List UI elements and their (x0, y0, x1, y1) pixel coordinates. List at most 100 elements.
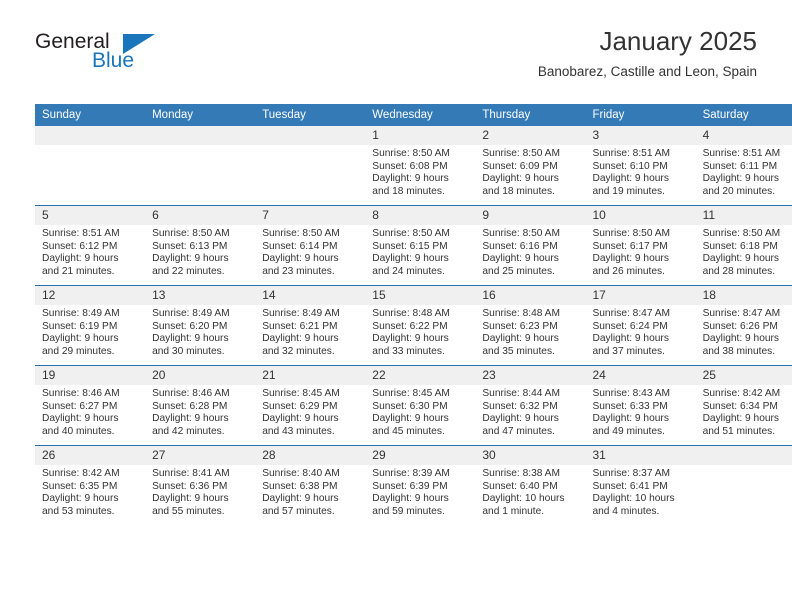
day-details: Sunrise: 8:37 AM Sunset: 6:41 PM Daylight:… (585, 465, 695, 518)
calendar-day-cell[interactable]: 30 Sunrise: 8:38 AM Sunset: 6:40 PM Dayligh… (475, 445, 586, 525)
daylight-text: Daylight: 9 hours (262, 333, 339, 345)
day-details: Sunrise: 8:51 AM Sunset: 6:12 PM Daylight:… (35, 225, 145, 278)
day-number: 21 (255, 366, 366, 385)
calendar-day-cell[interactable]: 15 Sunrise: 8:48 AM Sunset: 6:22 PM Dayligh… (365, 285, 476, 366)
calendar-day-cell[interactable]: 31 Sunrise: 8:37 AM Sunset: 6:41 PM Dayligh… (585, 445, 696, 525)
calendar-day-cell[interactable]: 18 Sunrise: 8:47 AM Sunset: 6:26 PM Dayligh… (695, 285, 792, 366)
calendar-day-cell[interactable]: 10 Sunrise: 8:50 AM Sunset: 6:17 PM Dayligh… (585, 205, 696, 286)
sunrise-text: Sunrise: 8:50 AM (372, 228, 450, 239)
sunset-text: Sunset: 6:22 PM (372, 320, 448, 332)
daylight-text: Daylight: 9 hours (702, 413, 780, 425)
day-number: 6 (145, 206, 256, 225)
calendar-day-cell[interactable]: 23 Sunrise: 8:44 AM Sunset: 6:32 PM Dayligh… (475, 365, 586, 446)
page-title: January 2025 (599, 26, 757, 56)
calendar-day-cell[interactable]: 24 Sunrise: 8:43 AM Sunset: 6:33 PM Dayligh… (585, 365, 696, 446)
daylight-minutes-text: and 42 minutes. (152, 425, 225, 437)
sunrise-text: Sunrise: 8:51 AM (42, 228, 120, 239)
daylight-minutes-text: and 45 minutes. (372, 425, 445, 437)
daylight-minutes-text: and 26 minutes. (592, 265, 665, 277)
calendar-day-cell[interactable]: 12 Sunrise: 8:49 AM Sunset: 6:19 PM Dayligh… (35, 285, 146, 366)
daylight-minutes-text: and 35 minutes. (482, 345, 555, 357)
sunrise-text: Sunrise: 8:51 AM (702, 148, 781, 159)
brand-logo[interactable]: General Blue (35, 30, 165, 80)
calendar-body: 1 Sunrise: 8:50 AM Sunset: 6:08 PM Daylight… (35, 126, 792, 525)
calendar-day-cell-empty (695, 445, 792, 525)
calendar-day-cell-empty (145, 126, 256, 206)
sunset-text: Sunset: 6:10 PM (592, 160, 668, 172)
daylight-minutes-text: and 30 minutes. (152, 345, 225, 357)
day-number (145, 126, 256, 145)
calendar-day-cell[interactable]: 13 Sunrise: 8:49 AM Sunset: 6:20 PM Dayligh… (145, 285, 256, 366)
day-details: Sunrise: 8:40 AM Sunset: 6:38 PM Daylight:… (255, 465, 365, 518)
calendar-day-cell[interactable]: 14 Sunrise: 8:49 AM Sunset: 6:21 PM Dayligh… (255, 285, 366, 366)
day-details: Sunrise: 8:49 AM Sunset: 6:20 PM Daylight:… (145, 305, 255, 358)
calendar-day-cell-empty (35, 126, 146, 206)
daylight-text: Daylight: 9 hours (262, 253, 339, 265)
sunrise-text: Sunrise: 8:48 AM (482, 308, 560, 319)
day-number: 12 (35, 286, 146, 305)
day-details: Sunrise: 8:41 AM Sunset: 6:36 PM Daylight:… (145, 465, 255, 518)
sunset-text: Sunset: 6:08 PM (372, 160, 448, 172)
sunset-text: Sunset: 6:30 PM (372, 400, 448, 412)
sunset-text: Sunset: 6:39 PM (372, 480, 448, 492)
sunset-text: Sunset: 6:20 PM (152, 320, 228, 332)
calendar-day-cell[interactable]: 7 Sunrise: 8:50 AM Sunset: 6:14 PM Daylight… (255, 205, 366, 286)
calendar-day-cell[interactable]: 11 Sunrise: 8:50 AM Sunset: 6:18 PM Dayligh… (695, 205, 792, 286)
daylight-text: Daylight: 9 hours (262, 493, 339, 505)
calendar-day-cell[interactable]: 6 Sunrise: 8:50 AM Sunset: 6:13 PM Daylight… (145, 205, 256, 286)
calendar-day-cell[interactable]: 16 Sunrise: 8:48 AM Sunset: 6:23 PM Dayligh… (475, 285, 586, 366)
day-details: Sunrise: 8:42 AM Sunset: 6:34 PM Daylight:… (696, 385, 792, 438)
sunrise-text: Sunrise: 8:41 AM (152, 468, 230, 479)
calendar-day-cell[interactable]: 22 Sunrise: 8:45 AM Sunset: 6:30 PM Dayligh… (365, 365, 476, 446)
day-number: 3 (585, 126, 696, 145)
title-block: January 2025 Banobarez, Castille and Leo… (538, 24, 757, 82)
sunset-text: Sunset: 6:35 PM (42, 480, 118, 492)
calendar-day-cell[interactable]: 9 Sunrise: 8:50 AM Sunset: 6:16 PM Daylight… (475, 205, 586, 286)
day-details: Sunrise: 8:46 AM Sunset: 6:28 PM Daylight:… (145, 385, 255, 438)
day-number: 18 (695, 286, 792, 305)
day-details: Sunrise: 8:45 AM Sunset: 6:29 PM Daylight:… (255, 385, 365, 438)
day-details: Sunrise: 8:47 AM Sunset: 6:24 PM Daylight:… (585, 305, 695, 358)
calendar-day-cell[interactable]: 20 Sunrise: 8:46 AM Sunset: 6:28 PM Dayligh… (145, 365, 256, 446)
daylight-minutes-text: and 20 minutes. (702, 185, 776, 197)
calendar-day-cell[interactable]: 2 Sunrise: 8:50 AM Sunset: 6:09 PM Daylight… (475, 126, 586, 206)
calendar-day-cell[interactable]: 5 Sunrise: 8:51 AM Sunset: 6:12 PM Daylight… (35, 205, 146, 286)
calendar-day-cell[interactable]: 4 Sunrise: 8:51 AM Sunset: 6:11 PM Daylight… (695, 126, 792, 206)
calendar-day-cell[interactable]: 27 Sunrise: 8:41 AM Sunset: 6:36 PM Dayligh… (145, 445, 256, 525)
day-number: 30 (475, 446, 586, 465)
day-details: Sunrise: 8:43 AM Sunset: 6:33 PM Daylight:… (585, 385, 695, 438)
day-details: Sunrise: 8:50 AM Sunset: 6:16 PM Daylight:… (475, 225, 585, 278)
daylight-minutes-text: and 57 minutes. (262, 505, 335, 517)
calendar-day-cell[interactable]: 25 Sunrise: 8:42 AM Sunset: 6:34 PM Dayligh… (695, 365, 792, 446)
sunrise-text: Sunrise: 8:50 AM (702, 228, 781, 239)
day-number: 27 (145, 446, 256, 465)
daylight-text: Daylight: 9 hours (592, 253, 669, 265)
weekday-header-wednesday: Wednesday (365, 104, 476, 126)
calendar-day-cell[interactable]: 1 Sunrise: 8:50 AM Sunset: 6:08 PM Daylight… (365, 126, 476, 206)
weekday-header-thursday: Thursday (475, 104, 586, 126)
daylight-text: Daylight: 10 hours (592, 493, 675, 505)
sunset-text: Sunset: 6:36 PM (152, 480, 228, 492)
day-details: Sunrise: 8:45 AM Sunset: 6:30 PM Daylight:… (365, 385, 475, 438)
sunset-text: Sunset: 6:13 PM (152, 240, 228, 252)
daylight-text: Daylight: 9 hours (592, 173, 669, 185)
sunset-text: Sunset: 6:17 PM (592, 240, 668, 252)
calendar-day-cell[interactable]: 17 Sunrise: 8:47 AM Sunset: 6:24 PM Dayligh… (585, 285, 696, 366)
calendar-day-cell[interactable]: 8 Sunrise: 8:50 AM Sunset: 6:15 PM Daylight… (365, 205, 476, 286)
calendar-day-cell[interactable]: 21 Sunrise: 8:45 AM Sunset: 6:29 PM Dayligh… (255, 365, 366, 446)
daylight-text: Daylight: 9 hours (702, 253, 780, 265)
day-details: Sunrise: 8:48 AM Sunset: 6:22 PM Daylight:… (365, 305, 475, 358)
sunset-text: Sunset: 6:12 PM (42, 240, 118, 252)
weekday-header-friday: Friday (585, 104, 696, 126)
calendar-day-cell[interactable]: 26 Sunrise: 8:42 AM Sunset: 6:35 PM Dayligh… (35, 445, 146, 525)
weekday-header-tuesday: Tuesday (255, 104, 366, 126)
daylight-text: Daylight: 9 hours (152, 493, 229, 505)
daylight-text: Daylight: 9 hours (152, 253, 229, 265)
sunrise-text: Sunrise: 8:49 AM (152, 308, 230, 319)
day-number: 22 (365, 366, 476, 385)
calendar-day-cell[interactable]: 28 Sunrise: 8:40 AM Sunset: 6:38 PM Dayligh… (255, 445, 366, 525)
calendar-day-cell[interactable]: 19 Sunrise: 8:46 AM Sunset: 6:27 PM Dayligh… (35, 365, 146, 446)
sunset-text: Sunset: 6:18 PM (702, 240, 778, 252)
calendar-day-cell[interactable]: 29 Sunrise: 8:39 AM Sunset: 6:39 PM Dayligh… (365, 445, 476, 525)
calendar-day-cell[interactable]: 3 Sunrise: 8:51 AM Sunset: 6:10 PM Daylight… (585, 126, 696, 206)
